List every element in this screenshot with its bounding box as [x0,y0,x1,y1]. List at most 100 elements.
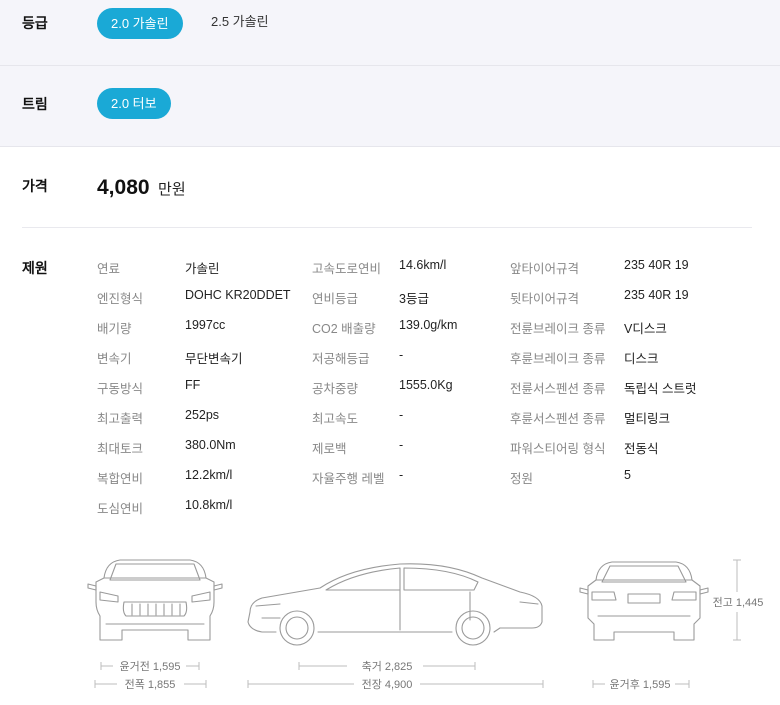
spec-key: 도심연비 [97,502,144,516]
spec-value: - [399,468,404,482]
spec-key: 뒷타이어규격 [510,292,580,306]
rear-track-label: 윤거후 1,595 [610,678,671,691]
width-label: 전폭 1,855 [125,678,176,691]
spec-row: 최대토크 380.0Nm [97,432,307,462]
spec-row: CO2 배출량 139.0g/km [312,312,507,342]
car-rear-view-icon [579,561,709,641]
wheelbase-label: 축거 2,825 [362,660,413,673]
spec-value: 5 [624,468,631,482]
spec-row: 후륜브레이크 종류 디스크 [510,342,770,372]
spec-value: FF [185,378,201,392]
spec-row: 자율주행 레벨 - [312,462,507,492]
length-label: 전장 4,900 [362,678,413,691]
spec-row: 최고출력 252ps [97,402,307,432]
spec-value: 14.6km/l [399,258,447,272]
spec-row: 변속기 무단변속기 [97,342,307,372]
spec-key: 복합연비 [97,472,144,486]
spec-key: 전륜브레이크 종류 [510,322,606,336]
spec-value: 1997cc [185,318,226,332]
price-label: 가격 [22,178,48,194]
grade-option-2-5-gasoline[interactable]: 2.5 가솔린 [197,6,283,37]
car-front-view-icon [87,559,223,641]
spec-key: 제로백 [312,442,347,456]
spec-row: 전륜브레이크 종류 V디스크 [510,312,770,342]
spec-row: 연료 가솔린 [97,252,307,282]
spec-value: 멀티링크 [624,412,671,426]
spec-value: - [399,408,404,422]
spec-key: 최고출력 [97,412,144,426]
specs-column-3: 앞타이어규격 235 40R 19 뒷타이어규격 235 40R 19 전륜브레이크… [510,252,770,492]
spec-row: 최고속도 - [312,402,507,432]
price: 4,080 만원 [97,176,186,200]
car-dimension-drawings: 윤거전 1,595 전폭 1,855 축거 2,825 전장 4,900 윤거후… [87,559,764,691]
specs-column-2: 고속도로연비 14.6km/l 연비등급 3등급 CO2 배출량 139.0g/km … [312,252,507,492]
price-value: 4,080 [97,176,150,199]
spec-key: 정원 [510,472,534,486]
spec-value: 가솔린 [185,262,220,276]
spec-key: 전륜서스펜션 종류 [510,382,606,396]
spec-row: 구동방식 FF [97,372,307,402]
spec-key: 연료 [97,262,121,276]
trim-section: 트림 2.0 터보 [0,66,780,147]
trim-label: 트림 [22,96,48,112]
spec-value: 1555.0Kg [399,378,453,392]
spec-value: 380.0Nm [185,438,236,452]
spec-row: 제로백 - [312,432,507,462]
spec-key: 변속기 [97,352,132,366]
spec-row: 공차중량 1555.0Kg [312,372,507,402]
spec-row: 전륜서스펜션 종류 독립식 스트럿 [510,372,770,402]
spec-key: 최대토크 [97,442,144,456]
spec-value: 235 40R 19 [624,258,689,272]
grade-label: 등급 [22,15,48,31]
spec-value: 12.2km/l [185,468,233,482]
spec-row: 도심연비 10.8km/l [97,492,307,522]
section-divider [22,227,752,228]
spec-row: 저공해등급 - [312,342,507,372]
spec-key: 구동방식 [97,382,144,396]
spec-key: 연비등급 [312,292,359,306]
spec-row: 복합연비 12.2km/l [97,462,307,492]
spec-row: 배기량 1997cc [97,312,307,342]
spec-key: 공차중량 [312,382,359,396]
spec-key: 저공해등급 [312,352,370,366]
spec-key: 후륜서스펜션 종류 [510,412,606,426]
spec-key: 파워스티어링 형식 [510,442,606,456]
spec-value: 무단변속기 [185,352,243,366]
spec-row: 앞타이어규격 235 40R 19 [510,252,770,282]
spec-value: 139.0g/km [399,318,458,332]
spec-value: 10.8km/l [185,498,233,512]
spec-value: 235 40R 19 [624,288,689,302]
spec-key: 엔진형식 [97,292,144,306]
spec-key: 후륜브레이크 종류 [510,352,606,366]
spec-row: 정원 5 [510,462,770,492]
spec-key: 최고속도 [312,412,359,426]
spec-key: 자율주행 레벨 [312,472,385,486]
trim-option-2-0-turbo[interactable]: 2.0 터보 [97,88,171,119]
specs-label: 제원 [22,260,48,276]
spec-key: 배기량 [97,322,132,336]
grade-section: 등급 2.0 가솔린 2.5 가솔린 [0,0,780,66]
spec-value: V디스크 [624,322,667,336]
car-side-view-icon [247,563,543,646]
spec-value: 252ps [185,408,220,422]
height-label: 전고 1,445 [713,596,764,609]
spec-value: - [399,438,404,452]
spec-row: 엔진형식 DOHC KR20DDET [97,282,307,312]
price-unit: 만원 [158,181,186,198]
specs-column-1: 연료 가솔린 엔진형식 DOHC KR20DDET 배기량 1997cc 변속기 무단변… [97,252,307,522]
spec-value: - [399,348,404,362]
spec-value: 전동식 [624,442,659,456]
spec-row: 파워스티어링 형식 전동식 [510,432,770,462]
spec-value: 3등급 [399,292,429,306]
spec-value: 디스크 [624,352,659,366]
spec-key: 앞타이어규격 [510,262,580,276]
spec-row: 연비등급 3등급 [312,282,507,312]
spec-row: 후륜서스펜션 종류 멀티링크 [510,402,770,432]
spec-key: CO2 배출량 [312,322,376,336]
spec-row: 고속도로연비 14.6km/l [312,252,507,282]
grade-option-2-0-gasoline[interactable]: 2.0 가솔린 [97,8,183,39]
spec-value: 독립식 스트럿 [624,382,697,396]
spec-value: DOHC KR20DDET [185,288,291,302]
spec-key: 고속도로연비 [312,262,382,276]
front-track-label: 윤거전 1,595 [120,660,181,673]
